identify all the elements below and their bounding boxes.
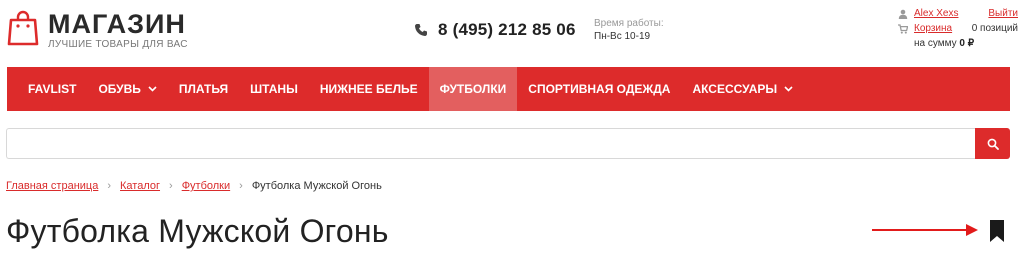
hours-value: Пн-Вс 10-19 xyxy=(594,31,651,42)
nav-item-label: ПЛАТЬЯ xyxy=(178,82,229,96)
nav-item-pants[interactable]: ШТАНЫ xyxy=(239,67,309,111)
logo-subtitle: ЛУЧШИЕ ТОВАРЫ ДЛЯ ВАС xyxy=(48,39,188,50)
breadcrumb-separator-icon: › xyxy=(169,180,173,192)
nav-item-favlist[interactable]: FAVLIST xyxy=(17,67,87,111)
nav-item-label: НИЖНЕЕ БЕЛЬЕ xyxy=(319,82,418,96)
page-title: Футболка Мужской Огонь xyxy=(6,213,389,249)
cart-link[interactable]: Корзина xyxy=(914,23,952,35)
nav-item-label: СПОРТИВНАЯ ОДЕЖДА xyxy=(528,82,671,96)
nav-item-label: ОБУВЬ xyxy=(98,82,141,96)
breadcrumb-separator-icon: › xyxy=(107,180,112,192)
search-bar xyxy=(6,128,1010,159)
nav-item-label: АКСЕССУАРЫ xyxy=(692,82,778,96)
search-icon xyxy=(987,138,999,150)
shopping-bag-icon xyxy=(7,10,39,46)
breadcrumb-catalog[interactable]: Каталог xyxy=(120,180,160,192)
user-icon xyxy=(898,9,908,19)
nav-item-label: ФУТБОЛКИ xyxy=(439,82,507,96)
breadcrumb-current: Футболка Мужской Огонь xyxy=(251,180,382,192)
cart-sum-label: на сумму xyxy=(914,37,957,49)
hours-label: Время работы: xyxy=(594,18,664,29)
cart-count: 0 позиций xyxy=(971,22,1018,34)
chevron-down-icon xyxy=(784,86,793,92)
nav-item-underwear[interactable]: НИЖНЕЕ БЕЛЬЕ xyxy=(309,67,429,111)
nav-item-sportswear[interactable]: СПОРТИВНАЯ ОДЕЖДА xyxy=(517,67,681,111)
search-button[interactable] xyxy=(975,128,1010,159)
logout-link[interactable]: Выйти xyxy=(988,8,1018,20)
nav-item-label: FAVLIST xyxy=(28,82,77,96)
breadcrumb-separator-icon: › xyxy=(239,180,243,192)
bookmark-icon[interactable] xyxy=(988,220,1006,242)
cart-sum-row: на сумму 0 ₽ xyxy=(898,37,1018,50)
cart-sum-value: 0 ₽ xyxy=(959,37,975,49)
nav-item-shoes[interactable]: ОБУВЬ xyxy=(87,67,167,111)
phone-icon xyxy=(415,24,427,36)
breadcrumb-home[interactable]: Главная страница xyxy=(6,180,98,192)
nav-item-label: ШТАНЫ xyxy=(250,82,298,96)
logo-title: МАГАЗИН xyxy=(48,9,186,39)
phone-block: 8 (495) 212 85 06 xyxy=(414,20,576,40)
search-input[interactable] xyxy=(6,128,975,159)
logo[interactable]: МАГАЗИН ЛУЧШИЕ ТОВАРЫ ДЛЯ ВАС xyxy=(6,10,188,50)
user-name-link[interactable]: Alex Xexs xyxy=(914,8,958,20)
breadcrumb: Главная страница › Каталог › Футболки › … xyxy=(6,180,382,192)
main-navigation: FAVLIST ОБУВЬ ПЛАТЬЯ ШТАНЫ НИЖНЕЕ БЕЛЬЕ … xyxy=(7,67,1010,111)
cart-icon xyxy=(898,23,908,34)
nav-item-dresses[interactable]: ПЛАТЬЯ xyxy=(168,67,239,111)
arrow-right-icon xyxy=(872,224,978,236)
working-hours: Время работы: Пн-Вс 10-19 xyxy=(594,17,664,43)
chevron-down-icon xyxy=(148,86,157,92)
nav-item-tshirts[interactable]: ФУТБОЛКИ xyxy=(428,67,518,111)
user-panel: Alex Xexs Выйти Корзина 0 позиций на сум… xyxy=(898,7,1018,50)
phone-number[interactable]: 8 (495) 212 85 06 xyxy=(438,20,576,40)
nav-item-accessories[interactable]: АКСЕССУАРЫ xyxy=(681,67,804,111)
breadcrumb-tshirts[interactable]: Футболки xyxy=(182,180,230,192)
